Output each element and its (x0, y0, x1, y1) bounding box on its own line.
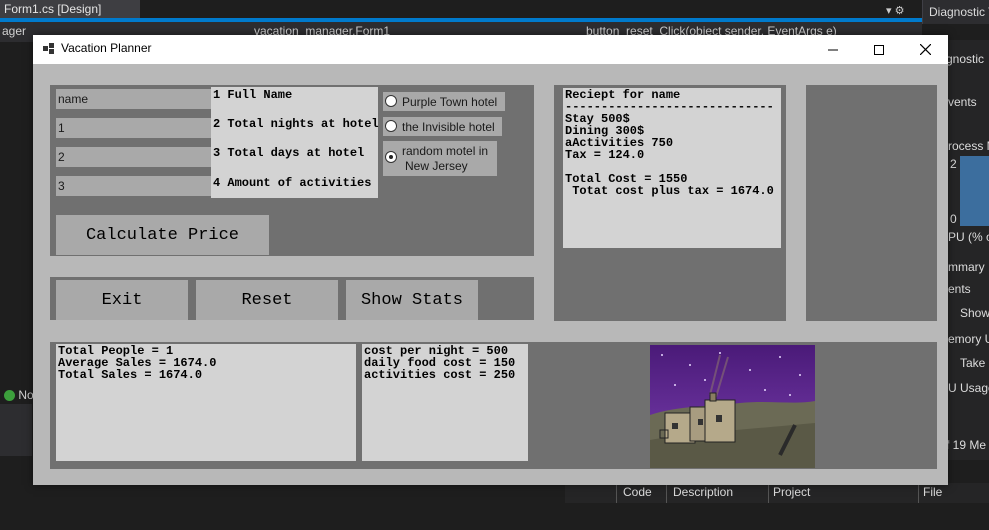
radio-label: the Invisible hotel (402, 120, 495, 134)
column-description[interactable]: Description (673, 485, 733, 499)
close-button[interactable] (902, 35, 948, 64)
diag-item[interactable]: mmary (948, 260, 985, 274)
name-input[interactable]: name (56, 89, 211, 109)
costs-line: activities cost = 250 (364, 368, 516, 382)
side-panel (806, 85, 937, 321)
receipt-line: Tax = 124.0 (565, 148, 645, 162)
radio-invisible-hotel[interactable]: the Invisible hotel (383, 117, 502, 136)
radio-label: Purple Town hotel (402, 95, 498, 109)
title-bar[interactable]: Vacation Planner (33, 35, 948, 64)
window-title: Vacation Planner (61, 41, 152, 55)
diag-item: vents (948, 95, 977, 109)
label-full-name: 1 Full Name (213, 88, 293, 102)
maximize-button[interactable] (856, 35, 902, 64)
diag-item: ents (948, 282, 971, 296)
diag-item: f 19 Me (946, 438, 987, 452)
column-separator (616, 483, 617, 503)
reset-button[interactable]: Reset (196, 280, 338, 320)
radio-circle-selected (385, 151, 397, 163)
radio-random-motel[interactable]: random motel in New Jersey (383, 141, 497, 176)
diag-item[interactable]: Show (960, 306, 989, 320)
designer-tab[interactable]: Form1.cs [Design] (0, 0, 140, 18)
label-days: 3 Total days at hotel (213, 146, 365, 160)
column-separator (768, 483, 769, 503)
diag-item: gnostic (946, 52, 985, 66)
radio-purple-town[interactable]: Purple Town hotel (383, 92, 505, 111)
exit-button[interactable]: Exit (56, 280, 188, 320)
left-bottom-strip (0, 404, 32, 456)
stats-textbox[interactable]: Total People = 1 Average Sales = 1674.0 … (56, 344, 356, 461)
form-client-area: name 1 2 3 1 Full Name 2 Total nights at… (33, 64, 948, 485)
cpu-graph (960, 156, 989, 226)
column-separator (666, 483, 667, 503)
diag-item: 0 (950, 212, 957, 226)
status-text: No (18, 388, 34, 402)
diag-item[interactable]: Take S (960, 356, 989, 370)
activities-input[interactable]: 3 (56, 176, 211, 196)
receipt-textbox[interactable]: Reciept for name -----------------------… (563, 88, 781, 248)
label-nights: 2 Total nights at hotel (213, 117, 379, 131)
diag-item: U Usage (948, 381, 989, 395)
nights-input[interactable]: 1 (56, 118, 211, 138)
diagnostic-tools-title[interactable]: Diagnostic T (922, 0, 989, 24)
stats-line: Total Sales = 1674.0 (58, 368, 203, 382)
receipt-line: Totat cost plus tax = 1674.0 (565, 184, 774, 198)
diag-item: emory U (948, 332, 989, 346)
diag-item: rocess M (948, 139, 989, 153)
minimize-icon (828, 49, 838, 50)
column-separator (918, 483, 919, 503)
diag-item: 2 (950, 157, 957, 171)
show-stats-button[interactable]: Show Stats (346, 280, 478, 320)
radio-circle (385, 120, 397, 132)
column-project[interactable]: Project (773, 485, 810, 499)
motel-picture (650, 345, 815, 468)
column-code[interactable]: Code (623, 485, 652, 499)
costs-textbox[interactable]: cost per night = 500 daily food cost = 1… (362, 344, 528, 461)
radio-circle (385, 95, 397, 107)
maximize-icon (874, 44, 884, 55)
app-icon (43, 43, 54, 54)
label-activities: 4 Amount of activities (213, 176, 372, 190)
radio-label: random motel in (402, 144, 489, 158)
field-labels: 1 Full Name 2 Total nights at hotel 3 To… (211, 87, 379, 198)
vacation-planner-window: Vacation Planner name 1 2 3 1 Full Name … (33, 35, 948, 485)
status-indicator: No (4, 388, 34, 402)
calculate-price-button[interactable]: Calculate Price (56, 215, 269, 255)
close-icon (919, 44, 931, 55)
diag-item: PU (% o (948, 230, 989, 244)
column-file[interactable]: File (923, 485, 942, 499)
minimize-button[interactable] (810, 35, 856, 64)
days-input[interactable]: 2 (56, 147, 211, 167)
radio-label: New Jersey (405, 159, 468, 173)
gear-icon[interactable]: ▾ ⚙ (886, 4, 904, 17)
check-icon (4, 390, 15, 402)
